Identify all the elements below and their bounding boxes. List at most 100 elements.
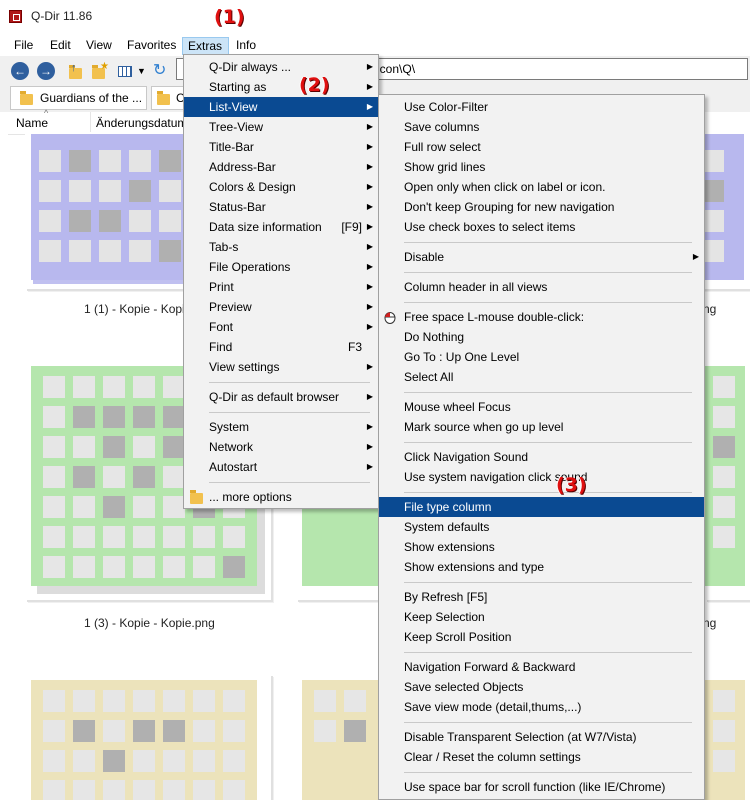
thumbnail-label: 1 (3) - Kopie - Kopie.png	[84, 616, 215, 630]
menu-separator	[404, 582, 692, 583]
menu-item-select-all[interactable]: Select All	[379, 367, 704, 387]
menu-item-keep-scroll-position[interactable]: Keep Scroll Position	[379, 627, 704, 647]
menu-separator	[209, 382, 370, 383]
menu-separator	[404, 392, 692, 393]
menu-item-system[interactable]: System ▶	[184, 417, 378, 437]
thumbnail-5[interactable]	[705, 360, 750, 600]
menu-item-mark-source[interactable]: Mark source when go up level	[379, 417, 704, 437]
menu-item-show-grid-lines[interactable]: Show grid lines	[379, 157, 704, 177]
tab-guardians[interactable]: Guardians of the ...	[10, 86, 147, 110]
chevron-right-icon: ▶	[366, 282, 373, 291]
favorite-folder-icon[interactable]: ★	[91, 61, 109, 80]
left-gutter	[0, 134, 8, 800]
menu-item-click-navigation-sound[interactable]: Click Navigation Sound	[379, 447, 704, 467]
menu-item-use-color-filter[interactable]: Use Color-Filter	[379, 97, 704, 117]
chevron-right-icon: ▶	[366, 422, 373, 431]
menu-item-network[interactable]: Network ▶	[184, 437, 378, 457]
menu-item-list-view[interactable]: List-View ▶	[184, 97, 378, 117]
chevron-right-icon: ▶	[366, 442, 373, 451]
menu-item-data-size[interactable]: Data size information [F9] ▶	[184, 217, 378, 237]
menu-item-system-defaults[interactable]: System defaults	[379, 517, 704, 537]
chevron-right-icon: ▶	[366, 462, 373, 471]
menu-info[interactable]: Info	[231, 37, 261, 55]
menu-item-navigation-forward-backward[interactable]: Navigation Forward & Backward	[379, 657, 704, 677]
thumbnail-image	[705, 680, 745, 800]
menu-item-go-up-one-level[interactable]: Go To : Up One Level	[379, 347, 704, 367]
menu-item-open-only-on-label[interactable]: Open only when click on label or icon.	[379, 177, 704, 197]
refresh-icon[interactable]: ↻	[153, 62, 171, 80]
menu-item-disable[interactable]: Disable ▶	[379, 247, 704, 267]
menu-item-title-bar[interactable]: Title-Bar ▶	[184, 137, 378, 157]
column-modified[interactable]: Änderungsdatum	[96, 116, 187, 130]
chevron-right-icon: ▶	[366, 202, 373, 211]
menu-item-show-extensions-and-type[interactable]: Show extensions and type	[379, 557, 704, 577]
menu-item-use-check-boxes[interactable]: Use check boxes to select items	[379, 217, 704, 237]
annotation-marker-1: (1)	[214, 6, 245, 28]
menu-item-colors-design[interactable]: Colors & Design ▶	[184, 177, 378, 197]
menu-item-tabs[interactable]: Tab-s ▶	[184, 237, 378, 257]
thumbnail-7[interactable]	[296, 674, 380, 800]
menu-item-find[interactable]: Find F3	[184, 337, 378, 357]
menu-item-preview[interactable]: Preview ▶	[184, 297, 378, 317]
menu-item-print[interactable]: Print ▶	[184, 277, 378, 297]
view-mode-icon[interactable]	[117, 62, 135, 80]
menu-item-full-row-select[interactable]: Full row select	[379, 137, 704, 157]
menu-item-save-selected-objects[interactable]: Save selected Objects	[379, 677, 704, 697]
folder-icon	[20, 91, 33, 105]
thumbnail-image	[705, 366, 745, 586]
menu-item-q-dir-always[interactable]: Q-Dir always ... ▶	[184, 57, 378, 77]
chevron-right-icon: ▶	[366, 142, 373, 151]
menu-favorites[interactable]: Favorites	[122, 37, 181, 55]
menu-separator	[404, 722, 692, 723]
menu-item-status-bar[interactable]: Status-Bar ▶	[184, 197, 378, 217]
menu-item-save-view-mode[interactable]: Save view mode (detail,thums,...)	[379, 697, 704, 717]
chevron-right-icon: ▶	[366, 302, 373, 311]
annotation-marker-3: (3)	[556, 474, 587, 496]
menu-item-view-settings[interactable]: View settings ▶	[184, 357, 378, 377]
column-name[interactable]: Name	[16, 116, 48, 130]
thumbnail-label: ng	[703, 616, 717, 630]
window-title: Q-Dir 11.86	[31, 9, 93, 23]
menu-item-save-columns[interactable]: Save columns	[379, 117, 704, 137]
menu-item-reset-column-settings[interactable]: Clear / Reset the column settings	[379, 747, 704, 767]
menu-item-file-type-column[interactable]: File type column	[379, 497, 704, 517]
folder-icon	[157, 91, 170, 105]
menu-item-starting-as[interactable]: Starting as ▶	[184, 77, 378, 97]
menu-item-mouse-wheel-focus[interactable]: Mouse wheel Focus	[379, 397, 704, 417]
menu-item-column-header-all-views[interactable]: Column header in all views	[379, 277, 704, 297]
menu-item-font[interactable]: Font ▶	[184, 317, 378, 337]
menu-item-more-options[interactable]: ... more options	[184, 487, 378, 507]
menu-item-dont-keep-grouping[interactable]: Don't keep Grouping for new navigation	[379, 197, 704, 217]
menu-item-disable-transparent-selection[interactable]: Disable Transparent Selection (at W7/Vis…	[379, 727, 704, 747]
thumbnail-image	[302, 680, 380, 800]
title-bar	[0, 0, 750, 32]
menu-item-system-click-sound[interactable]: Use system navigation click sound	[379, 467, 704, 487]
thumbnail-6[interactable]	[25, 674, 271, 800]
menu-view[interactable]: View	[81, 37, 117, 55]
menu-item-tree-view[interactable]: Tree-View ▶	[184, 117, 378, 137]
chevron-right-icon: ▶	[366, 82, 373, 91]
menu-item-do-nothing[interactable]: Do Nothing	[379, 327, 704, 347]
menu-extras[interactable]: Extras	[182, 37, 229, 55]
chevron-right-icon: ▶	[366, 242, 373, 251]
menu-item-keep-selection[interactable]: Keep Selection	[379, 607, 704, 627]
menu-item-autostart[interactable]: Autostart ▶	[184, 457, 378, 477]
menu-item-address-bar[interactable]: Address-Bar ▶	[184, 157, 378, 177]
menu-file[interactable]: File	[9, 37, 38, 55]
back-icon[interactable]: ←	[11, 62, 29, 80]
menu-item-default-browser[interactable]: Q-Dir as default browser ▶	[184, 387, 378, 407]
menu-item-space-bar-scroll[interactable]: Use space bar for scroll function (like …	[379, 777, 704, 797]
thumbnail-8[interactable]	[705, 674, 750, 800]
column-divider	[90, 112, 91, 132]
menu-separator	[209, 412, 370, 413]
menu-item-by-refresh[interactable]: By Refresh [F5]	[379, 587, 704, 607]
menu-item-file-operations[interactable]: File Operations ▶	[184, 257, 378, 277]
up-folder-icon[interactable]: ↑	[67, 62, 85, 80]
menu-item-show-extensions[interactable]: Show extensions	[379, 537, 704, 557]
thumbnail-label: ng	[703, 302, 717, 316]
menu-edit[interactable]: Edit	[45, 37, 76, 55]
chevron-right-icon: ▶	[366, 162, 373, 171]
chevron-right-icon: ▶	[366, 182, 373, 191]
forward-icon[interactable]: →	[37, 62, 55, 80]
menu-separator	[404, 242, 692, 243]
